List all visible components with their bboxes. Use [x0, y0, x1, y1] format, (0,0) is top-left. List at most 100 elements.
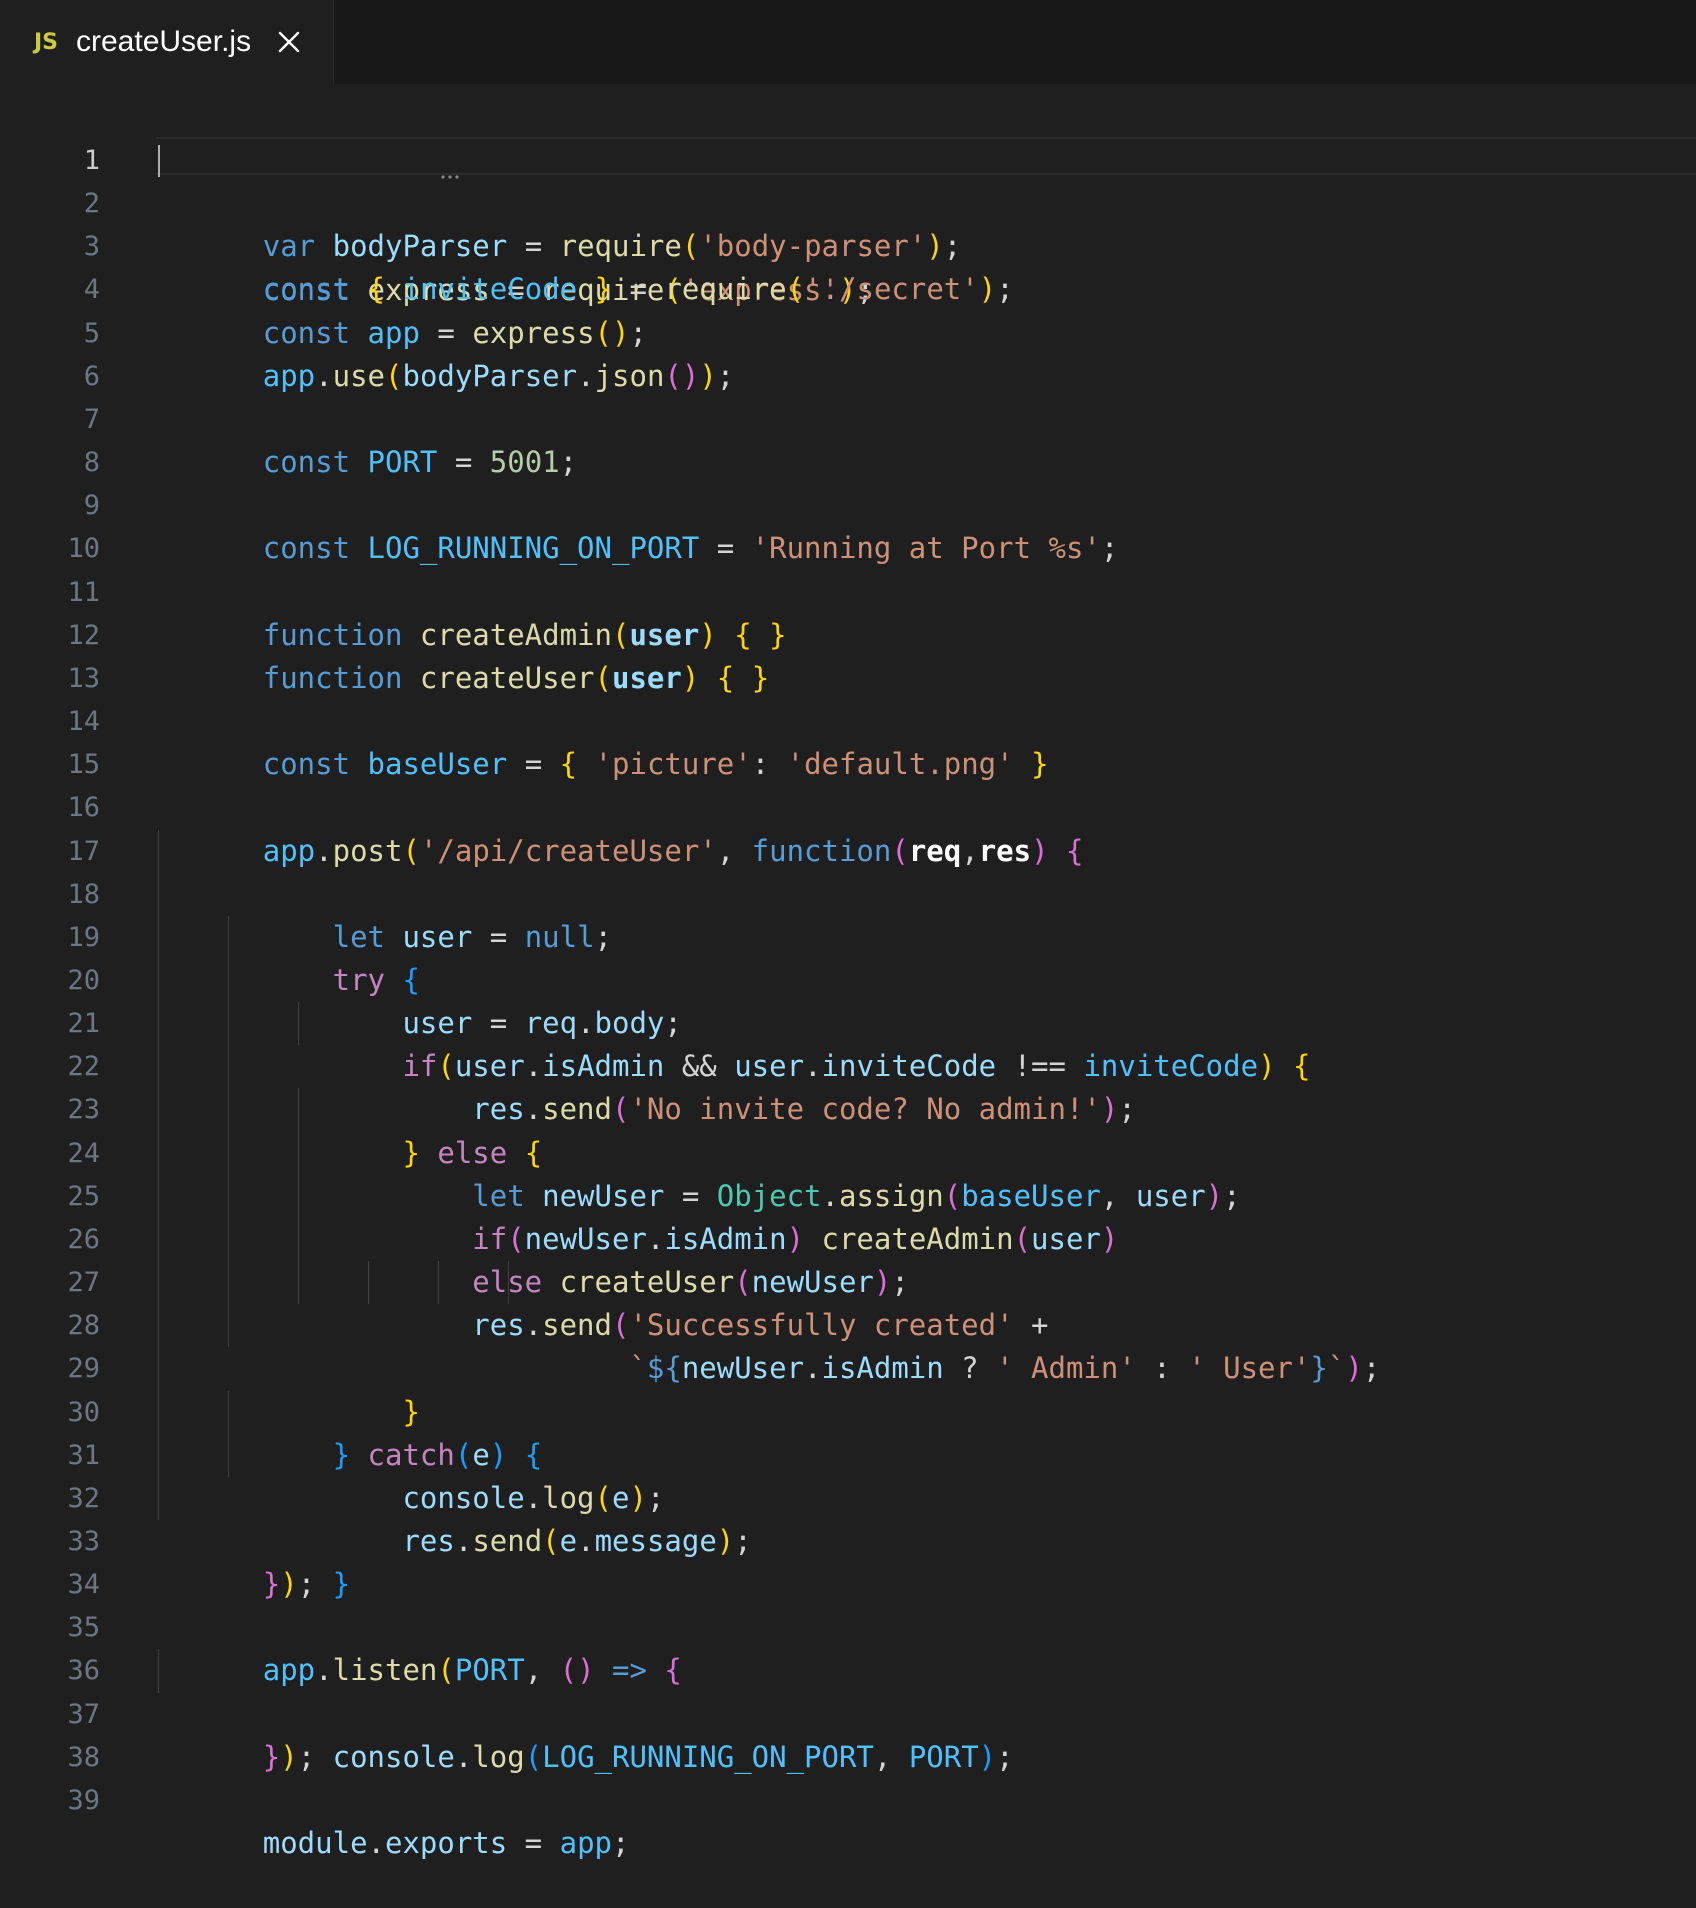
indent-guide [298, 1217, 299, 1262]
code-line-12[interactable]: function createUser(user) { } [158, 614, 1696, 695]
indent-guide [158, 1649, 159, 1693]
code-line-6[interactable] [158, 355, 1696, 398]
code-line-2[interactable]: var bodyParser = require('body-parser'); [158, 182, 1696, 263]
indent-guide [298, 1174, 299, 1218]
line-number: 27 [67, 1267, 100, 1299]
code-line-19[interactable]: user = req.body; [158, 915, 1696, 1040]
indent-guide [228, 1088, 229, 1132]
code-line-17[interactable]: let user = null; [158, 829, 1696, 954]
line-number: 34 [67, 1569, 100, 1601]
token: app [559, 1826, 612, 1861]
tab-createuser-js[interactable]: JS createUser.js [0, 0, 334, 84]
line-number: 3 [83, 231, 100, 263]
line-number: 17 [67, 835, 100, 867]
code-line-28[interactable]: } [158, 1304, 1696, 1429]
token: = [507, 1826, 560, 1861]
code-line-24[interactable]: if(newUser.isAdmin) createAdmin(user) [158, 1131, 1696, 1256]
indent-guide [158, 1088, 159, 1132]
code-line-5[interactable]: app.use(bodyParser.json()); [158, 312, 1696, 393]
line-number: 5 [83, 317, 100, 349]
code-line-26[interactable]: res.send('Successfully created' + [158, 1217, 1696, 1342]
line-number: 9 [83, 490, 100, 522]
line-number: 15 [67, 749, 100, 781]
code-line-18[interactable]: try { [158, 872, 1696, 997]
line-number: 30 [67, 1396, 100, 1428]
code-line-13[interactable] [158, 657, 1696, 700]
indent-guide [228, 1002, 229, 1046]
indent-guide [298, 1261, 299, 1305]
code-line-10[interactable] [158, 527, 1696, 570]
indent-guide [158, 1433, 159, 1477]
code-line-25[interactable]: else createUser(newUser); [158, 1174, 1696, 1299]
code-line-38[interactable] [158, 1736, 1696, 1779]
token: ; [612, 1826, 630, 1861]
line-number: 8 [83, 447, 100, 479]
line-number: 23 [67, 1094, 100, 1126]
token: module [262, 1826, 368, 1861]
indent-guide [368, 1261, 369, 1305]
line-number: 29 [67, 1353, 100, 1385]
line-number: 16 [67, 792, 100, 824]
indent-guide [158, 1131, 159, 1175]
code-line-16[interactable]: app.post('/api/createUser', function(req… [158, 786, 1696, 868]
line-number: 19 [67, 921, 100, 953]
code-area[interactable]: const express = require('express'); var … [158, 139, 1696, 1860]
code-line-23[interactable]: let newUser = Object.assign(baseUser, us… [158, 1088, 1696, 1213]
code-line-21[interactable]: res.send('No invite code? No admin!'); [158, 1002, 1696, 1126]
code-line-34[interactable] [158, 1563, 1696, 1606]
line-number: 12 [67, 619, 100, 651]
code-line-1[interactable]: const express = require('express'); [158, 139, 1696, 307]
indent-guide [158, 1390, 159, 1434]
code-line-35[interactable]: app.listen(PORT, () => { [158, 1606, 1696, 1687]
indent-guide [158, 1045, 159, 1089]
code-line-15[interactable] [158, 743, 1696, 786]
code-line-29[interactable]: } catch(e) { [158, 1347, 1696, 1472]
indent-guide [158, 915, 159, 959]
line-number: 31 [67, 1439, 100, 1471]
close-icon[interactable] [275, 28, 303, 56]
code-line-7[interactable]: const PORT = 5001; [158, 398, 1696, 479]
line-number: 4 [83, 274, 100, 306]
indent-guide [228, 1304, 229, 1348]
line-number: 13 [67, 662, 100, 694]
indent-guide [298, 1088, 299, 1132]
code-line-39[interactable]: module.exports = app; [158, 1779, 1696, 1860]
line-number: 36 [67, 1655, 100, 1687]
code-line-22[interactable]: } else { [158, 1045, 1696, 1170]
line-number: 28 [67, 1310, 100, 1342]
code-line-20[interactable]: if(user.isAdmin && user.inviteCode !== i… [158, 958, 1696, 1083]
code-line-30[interactable]: console.log(e); [158, 1390, 1696, 1515]
indent-guide [158, 958, 159, 1003]
code-line-4[interactable]: const app = express(); [158, 268, 1696, 350]
indent-guide [158, 1304, 159, 1348]
line-number: 1 [83, 145, 100, 176]
code-line-31[interactable]: res.send(e.message); [158, 1433, 1696, 1558]
indent-guide [158, 829, 159, 873]
code-line-36[interactable]: console.log(LOG_RUNNING_ON_PORT, PORT); [158, 1649, 1696, 1774]
code-line-32[interactable]: } [158, 1476, 1696, 1601]
line-number: 25 [67, 1180, 100, 1212]
code-line-37[interactable]: }); [158, 1693, 1696, 1774]
code-line-9[interactable]: const LOG_RUNNING_ON_PORT = 'Running at … [158, 484, 1696, 565]
line-number: 11 [67, 576, 100, 608]
indent-guide [158, 1347, 159, 1391]
tab-bar: JS createUser.js [0, 0, 1696, 85]
indent-guide [228, 1131, 229, 1175]
code-editor[interactable]: 1 2 3 4 5 6 7 8 9 10 11 12 13 14 15 16 17 18 19 20 21 22 23 24 2… [0, 84, 1696, 1860]
code-line-3[interactable]: const { inviteCode } = require('./secret… [158, 225, 1696, 306]
line-number: 38 [67, 1741, 100, 1773]
code-line-27[interactable]: `${newUser.isAdmin ? ' Admin' : ' User'}… [158, 1261, 1696, 1385]
code-line-33[interactable]: }); [158, 1520, 1696, 1601]
code-line-11[interactable]: function createAdmin(user) { } [158, 571, 1696, 652]
indent-guide [158, 1002, 159, 1046]
line-number: 20 [67, 964, 100, 996]
tab-title: createUser.js [76, 25, 252, 58]
line-number: 10 [67, 533, 100, 565]
code-line-14[interactable]: const baseUser = { 'picture': 'default.p… [158, 700, 1696, 781]
line-number: 32 [67, 1482, 100, 1514]
line-number: 39 [67, 1784, 100, 1816]
code-line-8[interactable] [158, 441, 1696, 484]
line-number: 14 [67, 706, 100, 738]
line-number: 35 [67, 1612, 100, 1644]
indent-guide [228, 1390, 229, 1434]
